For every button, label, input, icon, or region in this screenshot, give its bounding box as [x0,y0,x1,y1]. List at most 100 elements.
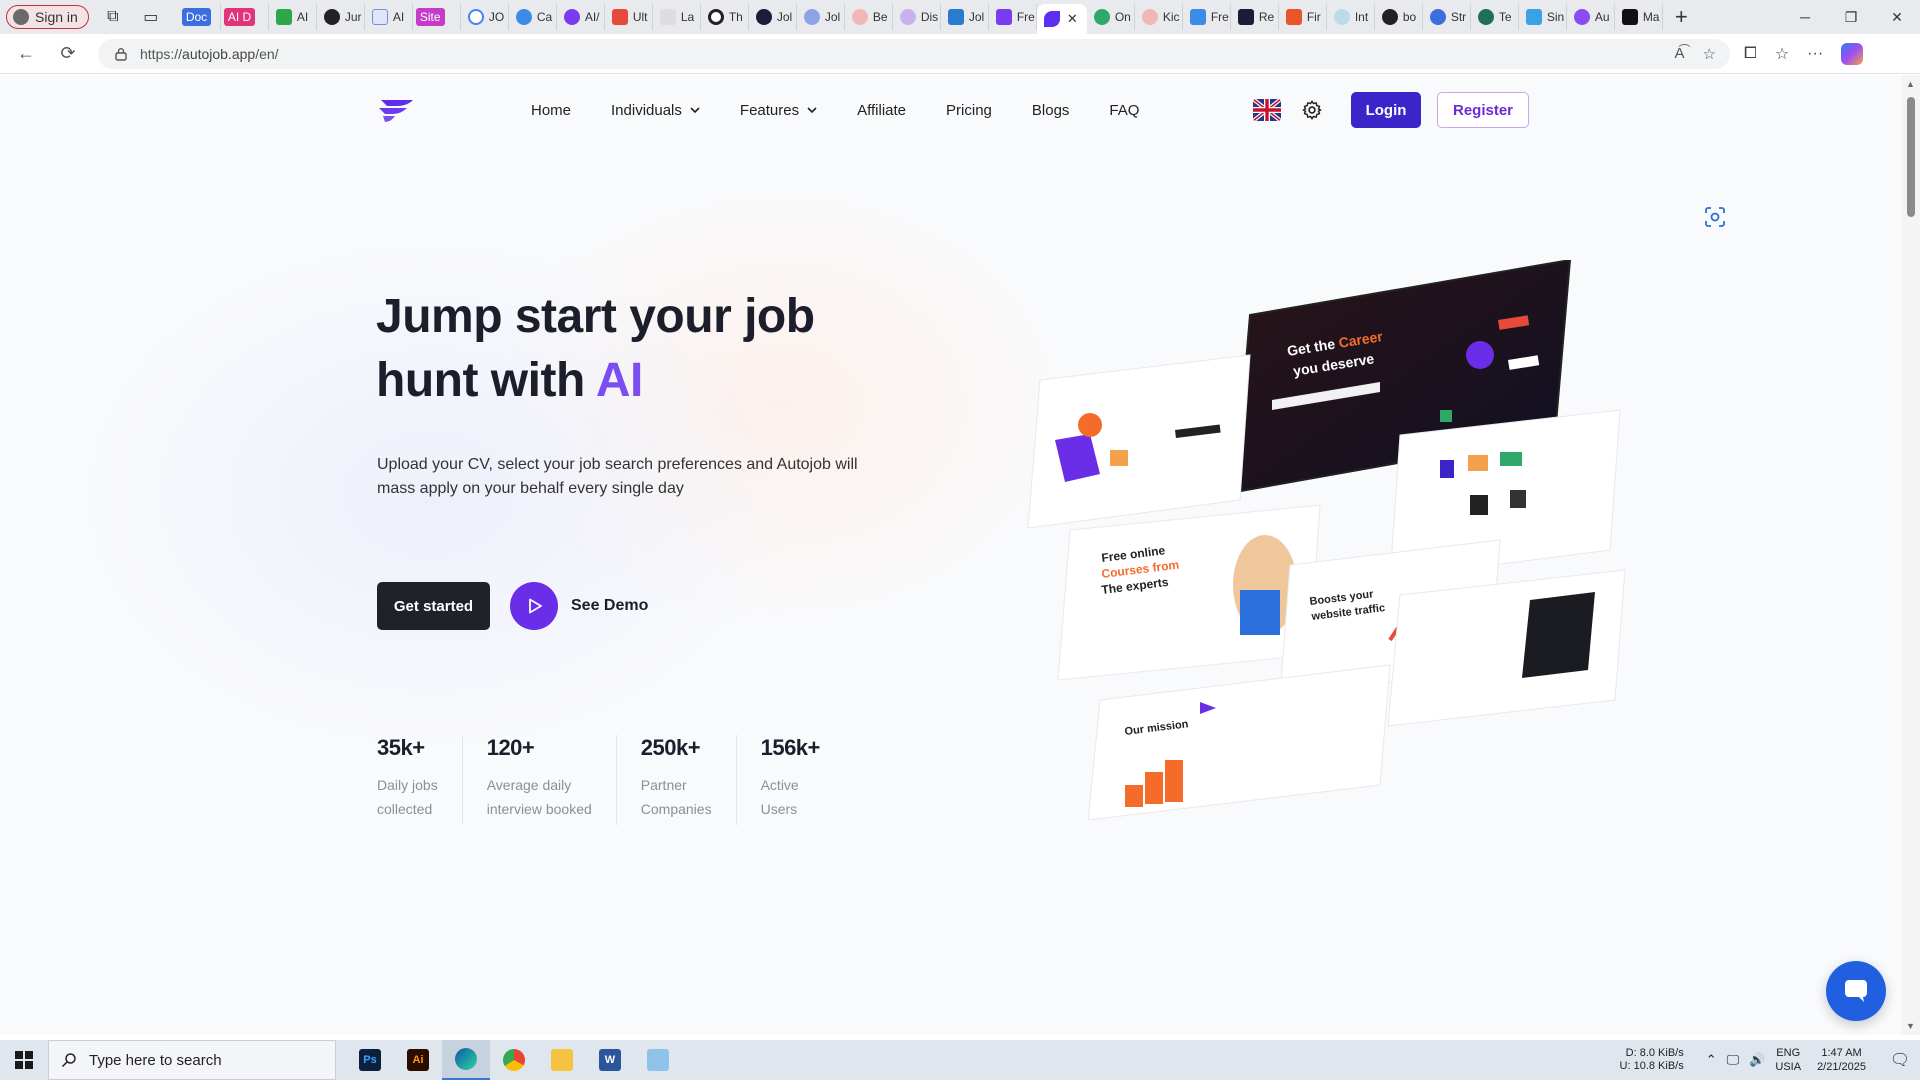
close-tab-icon[interactable]: ✕ [1067,11,1078,27]
tab[interactable]: Be [845,4,893,30]
tab[interactable]: Fir [1279,4,1327,30]
more-menu-icon[interactable]: ··· [1807,45,1823,63]
minimize-icon[interactable]: ─ [1782,0,1828,34]
register-button[interactable]: Register [1437,92,1529,128]
tab[interactable]: Ult [605,4,653,30]
see-demo-button[interactable]: See Demo [510,582,648,630]
tab-actions-icon[interactable]: ▭ [137,3,165,31]
taskbar-app-word[interactable]: W [586,1040,634,1080]
site-icon [1477,9,1494,25]
site-icon [899,9,916,25]
sheets-icon [275,9,292,25]
stat-label: Partner Companies [640,777,712,817]
tab[interactable]: Jol [749,4,797,30]
tab[interactable]: On [1087,4,1135,30]
autojob-logo-icon[interactable] [377,96,417,124]
tab[interactable]: JO [461,4,509,30]
login-button[interactable]: Login [1351,92,1421,128]
windows-start-icon[interactable] [0,1040,48,1080]
tab[interactable]: La [653,4,701,30]
tab[interactable]: AI [269,4,317,30]
new-tab-icon[interactable]: + [1675,4,1688,30]
volume-icon[interactable]: 🔊 [1749,1052,1765,1068]
visual-search-icon[interactable] [1704,206,1726,228]
network-icon[interactable]: 🖵 [1727,1052,1740,1068]
profile-button[interactable]: Sign in [6,5,89,29]
tab[interactable]: Ca [509,4,557,30]
tab[interactable]: Th [701,4,749,30]
taskbar-app-notepad[interactable] [634,1040,682,1080]
tab[interactable]: Int [1327,4,1375,30]
ai-doc-icon [371,9,388,25]
site-icon [1141,9,1158,25]
tab[interactable]: Jur [317,4,365,30]
tab[interactable]: Fre [1183,4,1231,30]
notification-icon[interactable]: 🗨 [1880,1050,1920,1070]
favorite-star-icon[interactable]: ☆ [1703,45,1716,63]
extensions-icon[interactable]: ⧠ [1744,45,1757,63]
tab[interactable]: AI [365,4,413,30]
site-icon [611,9,628,25]
tab[interactable]: Te [1471,4,1519,30]
uk-flag-icon[interactable] [1253,99,1281,121]
nav-features[interactable]: Features [740,102,817,119]
read-aloud-icon[interactable]: A͡ [1675,45,1685,63]
chat-widget-button[interactable] [1826,961,1886,1021]
nav-pricing[interactable]: Pricing [946,102,992,119]
nav-faq[interactable]: FAQ [1109,102,1139,119]
tab[interactable]: Au [1567,4,1615,30]
nav-individuals[interactable]: Individuals [611,102,700,119]
tab[interactable]: Jol [941,4,989,30]
tab[interactable]: Re [1231,4,1279,30]
page-scrollbar[interactable]: ▲ ▼ [1902,75,1920,1035]
tab[interactable]: AI D [221,4,269,30]
copilot-icon[interactable] [1841,42,1864,65]
taskbar-app-photoshop[interactable]: Ps [346,1040,394,1080]
taskbar-app-explorer[interactable] [538,1040,586,1080]
tab[interactable]: Sin [1519,4,1567,30]
scroll-up-icon[interactable]: ▲ [1906,79,1915,89]
chevron-up-icon[interactable]: ⌃ [1706,1052,1717,1068]
tab[interactable]: Ma [1615,4,1663,30]
tab[interactable]: bo [1375,4,1423,30]
restore-icon[interactable]: ❐ [1828,0,1874,34]
url-input[interactable]: https://autojob.app/en/ A͡ ☆ [98,38,1730,69]
tab[interactable]: Str [1423,4,1471,30]
get-started-button[interactable]: Get started [377,582,490,630]
tab[interactable]: Doc [179,4,221,30]
tab[interactable]: Site [413,4,461,30]
tab[interactable]: Fre [989,4,1037,30]
nav-blogs[interactable]: Blogs [1032,102,1070,119]
windows-taskbar: Type here to search Ps Ai W D: 8.0 KiB/s… [0,1040,1920,1080]
google-icon [467,9,484,25]
clock[interactable]: 1:47 AM 2/21/2025 [1817,1046,1866,1074]
site-icon [1621,9,1638,25]
close-window-icon[interactable]: ✕ [1874,0,1920,34]
nav-affiliate[interactable]: Affiliate [857,102,906,119]
refresh-icon[interactable]: ⟳ [52,38,84,70]
nav-home[interactable]: Home [531,102,571,119]
illustrator-icon: Ai [407,1049,429,1071]
gear-icon[interactable] [1301,99,1323,121]
address-bar-row: ← ⟳ https://autojob.app/en/ A͡ ☆ ⧠ ☆ ··· [0,34,1920,74]
input-language[interactable]: ENG USIA [1775,1046,1801,1074]
tab-strip: Doc AI D AI Jur AI Site JO Ca AI/ Ult La… [179,0,1663,34]
taskbar-search-input[interactable]: Type here to search [48,1040,336,1080]
site-icon [1525,9,1542,25]
taskbar-app-chrome[interactable] [490,1040,538,1080]
mission-card-mockup: Our mission [1087,664,1391,820]
scrollbar-thumb[interactable] [1907,97,1915,217]
taskbar-app-illustrator[interactable]: Ai [394,1040,442,1080]
taskbar-app-edge[interactable] [442,1040,490,1080]
back-icon[interactable]: ← [10,38,42,70]
tab[interactable]: AI/ [557,4,605,30]
tab-active-autojob[interactable]: ✕ [1036,4,1087,34]
scroll-down-icon[interactable]: ▼ [1906,1021,1915,1031]
favorites-icon[interactable]: ☆ [1775,44,1789,64]
workspaces-icon[interactable]: ⧉ [99,3,127,31]
tab[interactable]: Kic [1135,4,1183,30]
stat-value: 156k+ [760,735,821,760]
lock-icon [115,47,127,61]
tab[interactable]: Jol [797,4,845,30]
tab[interactable]: Dis [893,4,941,30]
